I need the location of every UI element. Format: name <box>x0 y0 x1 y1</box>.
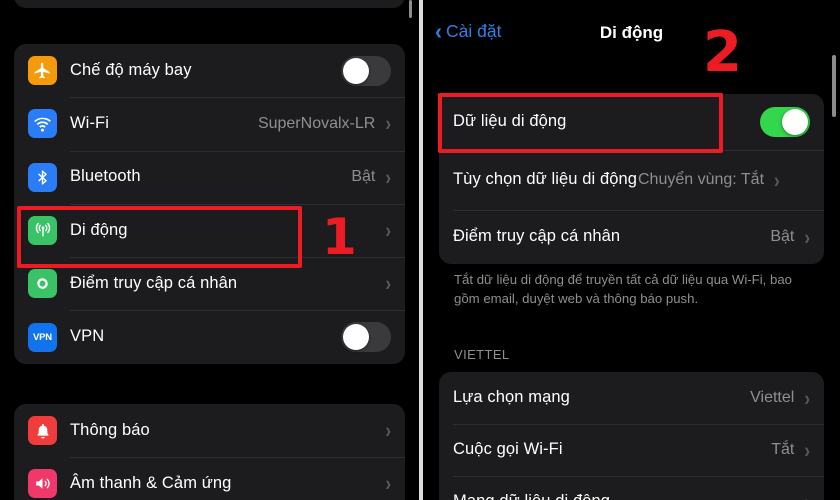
settings-row-value: Viettel <box>750 389 795 406</box>
annotation-number-step-2: 2 <box>703 20 742 85</box>
vpn-icon: VPN <box>28 322 57 352</box>
right-screen-cellular-settings: ‹ Cài đặt Di động Dữ liệu di động Tùy ch… <box>423 0 840 500</box>
settings-row-label: Âm thanh & Cảm ứng <box>70 474 232 493</box>
settings-row-value: Tắt <box>771 441 795 458</box>
airplane-icon <box>28 56 57 86</box>
speaker-icon <box>28 469 57 499</box>
chevron-right-icon: › <box>385 472 391 496</box>
settings-row-label: Wi-Fi <box>70 114 109 133</box>
chevron-right-icon: › <box>385 418 391 443</box>
settings-row-wifi[interactable]: Wi-Fi SuperNovalx-LR › <box>14 97 405 150</box>
left-screen-settings-main: Chế độ máy bay Wi-Fi SuperNovalx-LR › Bl… <box>0 0 419 500</box>
page-title: Di động <box>599 23 664 42</box>
settings-row-cellular-data[interactable]: Dữ liệu di động <box>439 94 824 150</box>
chevron-right-icon: › <box>804 225 810 249</box>
settings-row-personal-hotspot[interactable]: Điểm truy cập cá nhân Bật › <box>439 210 824 264</box>
settings-row-cellular-data-network[interactable]: Mạng dữ liệu di động › <box>439 476 824 500</box>
settings-row-network-selection[interactable]: Lựa chọn mạng Viettel › <box>439 372 824 424</box>
chevron-right-icon: › <box>385 271 391 296</box>
wifi-icon <box>28 109 57 139</box>
settings-row-wifi-calling[interactable]: Cuộc gọi Wi-Fi Tắt › <box>439 424 824 476</box>
screenshot-root: Chế độ máy bay Wi-Fi SuperNovalx-LR › Bl… <box>0 0 840 500</box>
settings-row-value: Bật <box>351 168 376 186</box>
cellular-data-footnote: Tắt dữ liệu di động để truyền tất cả dữ … <box>454 272 793 306</box>
chevron-right-icon: › <box>804 438 810 462</box>
settings-row-airplane-mode[interactable]: Chế độ máy bay <box>14 44 405 97</box>
settings-row-label: Dữ liệu di động <box>453 112 567 131</box>
airplane-mode-toggle[interactable] <box>341 55 391 86</box>
carrier-group-header: VIETTEL <box>454 347 510 362</box>
vpn-toggle[interactable] <box>341 322 391 353</box>
settings-row-value: SuperNovalx-LR <box>257 114 376 132</box>
cellular-icon <box>28 216 57 246</box>
bell-icon <box>28 416 57 446</box>
settings-row-sounds-haptics[interactable]: Âm thanh & Cảm ứng › <box>14 457 405 500</box>
partial-card-top <box>14 0 405 8</box>
settings-row-label: Mạng dữ liệu di động <box>453 492 802 500</box>
connectivity-card: Chế độ máy bay Wi-Fi SuperNovalx-LR › Bl… <box>14 44 405 364</box>
settings-row-value: Bật <box>770 228 795 245</box>
settings-row-label: Điểm truy cập cá nhân <box>453 227 621 246</box>
chevron-right-icon: › <box>774 168 780 192</box>
cellular-data-toggle[interactable] <box>760 107 810 137</box>
settings-row-label: Bluetooth <box>70 167 141 186</box>
settings-row-label: Tùy chọn dữ liệu di động <box>453 170 638 189</box>
settings-row-label: Lựa chọn mạng <box>453 388 570 407</box>
settings-row-label: Chế độ máy bay <box>70 60 192 79</box>
left-scrollbar[interactable] <box>409 0 412 18</box>
chevron-right-icon: › <box>804 491 810 500</box>
settings-row-vpn[interactable]: VPN VPN <box>14 310 405 363</box>
notifications-card: Thông báo › Âm thanh & Cảm ứng › <box>14 404 405 500</box>
settings-row-value: Chuyển vùng: Tắt <box>638 171 765 188</box>
settings-row-label: Điểm truy cập cá nhân <box>70 273 238 292</box>
settings-row-label: Thông báo <box>70 420 150 439</box>
bluetooth-icon <box>28 162 57 192</box>
vpn-icon-label: VPN <box>33 331 52 343</box>
toggle-knob <box>782 109 808 135</box>
settings-row-cellular-data-options[interactable]: Tùy chọn dữ liệu di động Chuyển vùng: Tắ… <box>439 150 824 210</box>
settings-row-notifications[interactable]: Thông báo › <box>14 404 405 457</box>
annotation-number-step-1: 1 <box>322 208 357 266</box>
settings-row-label: Cuộc gọi Wi-Fi <box>453 440 563 459</box>
chevron-right-icon: › <box>385 112 391 136</box>
right-scrollbar[interactable] <box>832 55 836 117</box>
chevron-right-icon: › <box>804 386 810 410</box>
chevron-right-icon: › <box>385 165 391 190</box>
toggle-knob <box>343 324 369 351</box>
navigation-bar: ‹ Cài đặt Di động <box>423 0 840 58</box>
settings-row-bluetooth[interactable]: Bluetooth Bật › <box>14 150 405 204</box>
settings-row-label: VPN <box>70 327 105 346</box>
hotspot-icon <box>28 269 57 299</box>
toggle-knob <box>343 57 369 84</box>
cellular-primary-card: Dữ liệu di động Tùy chọn dữ liệu di động… <box>439 94 824 264</box>
carrier-card: Lựa chọn mạng Viettel › Cuộc gọi Wi-Fi T… <box>439 372 824 500</box>
chevron-right-icon: › <box>385 218 391 243</box>
